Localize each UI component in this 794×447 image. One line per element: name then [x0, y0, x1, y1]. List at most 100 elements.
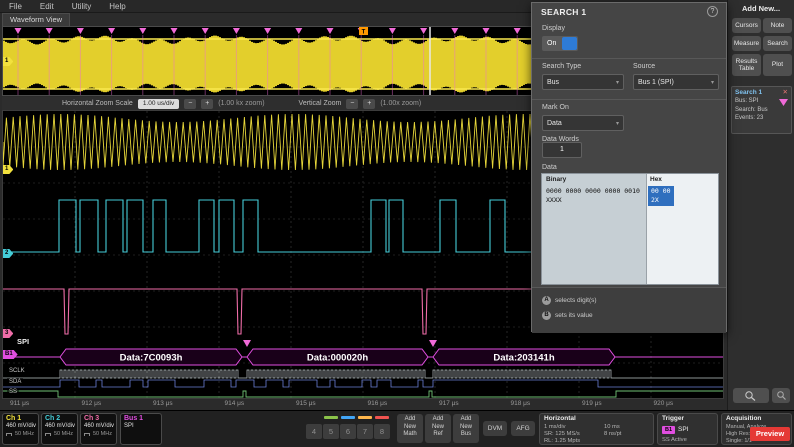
channel-4-button[interactable]: 4	[306, 424, 322, 439]
add-new-bus-button[interactable]: Add New Bus	[453, 414, 479, 443]
search1-detail: Search: Bus	[732, 106, 791, 115]
time-label: 914 μs	[225, 400, 245, 407]
mark-on-select[interactable]: Data ▾	[542, 115, 624, 131]
mark-on-label: Mark On	[542, 104, 569, 111]
display-toggle-state: On	[547, 36, 556, 51]
source-select[interactable]: Bus 1 (SPI) ▾	[633, 74, 719, 90]
v-zoom-increase-button[interactable]: +	[363, 99, 375, 109]
h-zoom-decrease-button[interactable]: −	[184, 99, 196, 109]
binary-header: Binary	[546, 176, 566, 183]
search-type-value: Bus	[547, 79, 559, 86]
add-note-button[interactable]: Note	[763, 18, 792, 33]
channel-name: Ch 3	[81, 414, 116, 422]
v-zoom-decrease-button[interactable]: −	[346, 99, 358, 109]
channel-bandwidth: 50 MHz	[93, 431, 112, 437]
source-value: Bus 1 (SPI)	[638, 79, 674, 86]
signal-label-sda: SDA	[7, 378, 23, 386]
data-pattern-panel[interactable]: Binary Hex 0000 0000 0000 0000 0010 XXXX…	[541, 173, 719, 285]
zoom-search-button[interactable]	[733, 388, 769, 403]
search-config-dialog: SEARCH 1 ? Display On Search Type Source…	[531, 2, 727, 332]
time-label: 918 μs	[511, 400, 531, 407]
trigger-title: Trigger	[662, 415, 684, 422]
right-panel: Add New... CursorsNoteMeasureSearchResul…	[727, 0, 794, 410]
source-label: Source	[633, 63, 655, 70]
menu-utility[interactable]: Utility	[63, 2, 101, 11]
hex-pattern-value[interactable]: 00 00 2X	[648, 186, 674, 206]
bus-decode-value: Data:203141h	[493, 353, 554, 364]
channel-badge-1[interactable]: Ch 1460 mV/div 50 MHz	[2, 413, 39, 445]
display-label: Display	[542, 25, 565, 32]
bus-decode-value: Data:000020h	[307, 353, 368, 364]
menu-file[interactable]: File	[0, 2, 31, 11]
hex-line-2: 2X	[651, 196, 671, 205]
add-measure-button[interactable]: Measure	[732, 36, 761, 51]
horizontal-title: Horizontal	[544, 415, 576, 422]
zoom-mode-button[interactable]	[772, 388, 790, 403]
trigger-type: SPI	[678, 426, 688, 433]
coupling-icon	[45, 433, 51, 436]
oscilloscope-screen: FileEditUtilityHelp Waveform View T 1 Ho…	[0, 0, 794, 447]
display-toggle[interactable]: On	[542, 36, 578, 51]
channel-badge-2[interactable]: Ch 2460 mV/div50 MHz	[41, 413, 78, 445]
coupling-icon	[84, 433, 90, 436]
afg-button[interactable]: AFG	[511, 421, 535, 436]
trigger-panel[interactable]: Trigger B1 SPI SS Active	[657, 413, 718, 445]
digital-channel-indicator	[375, 416, 389, 419]
channel-badge-3[interactable]: Ch 3460 mV/div50 MHz	[80, 413, 117, 445]
hex-header: Hex	[650, 176, 662, 183]
menu-help[interactable]: Help	[100, 2, 134, 11]
add-plot-button[interactable]: Plot	[763, 54, 792, 76]
knob-a-hint: selects digit(s)	[555, 297, 597, 304]
search1-card-title: Search 1	[735, 89, 762, 96]
h-zoom-scale-value[interactable]: 1.00 us/div	[138, 99, 179, 109]
data-words-input[interactable]: 1	[542, 142, 582, 158]
bus-decode-value: Data:7C0093h	[120, 353, 183, 364]
help-icon[interactable]: ?	[707, 6, 718, 17]
bus1-badge[interactable]: Bus 1SPI	[120, 413, 162, 445]
v-zoom-label: Vertical Zoom	[299, 100, 342, 107]
digital-channel-indicator	[324, 416, 338, 419]
horizontal-value: 1 ms/div	[544, 424, 566, 430]
channel-8-button[interactable]: 8	[374, 424, 390, 439]
acquisition-value: Single: 1/1	[726, 438, 752, 444]
search-type-select[interactable]: Bus ▾	[542, 74, 624, 90]
toggle-knob	[562, 37, 577, 50]
menu-edit[interactable]: Edit	[31, 2, 63, 11]
dialog-footer: A selects digit(s) B sets its value	[532, 287, 726, 333]
knob-b-badge: B	[542, 311, 551, 320]
time-label: 917 μs	[439, 400, 459, 407]
add-results-table-button[interactable]: Results Table	[732, 54, 761, 76]
dvm-button[interactable]: DVM	[483, 421, 507, 436]
h-zoom-increase-button[interactable]: +	[201, 99, 213, 109]
chevron-down-icon: ▾	[616, 79, 619, 86]
digital-channel-indicator	[358, 416, 372, 419]
channel-7-button[interactable]: 7	[357, 424, 373, 439]
time-label: 920 μs	[654, 400, 674, 407]
search1-result-card[interactable]: Search 1 ✕ Bus: SPISearch: BusEvents: 23	[731, 86, 792, 134]
divider	[532, 99, 726, 100]
data-label: Data	[542, 164, 557, 171]
h-zoom-scale-label: Horizontal Zoom Scale	[62, 100, 133, 107]
magnifier-icon	[744, 390, 758, 401]
horizontal-value: SR: 125 MS/s	[544, 431, 580, 437]
add-search-button[interactable]: Search	[763, 36, 792, 51]
channel-5-button[interactable]: 5	[323, 424, 339, 439]
add-new-math-button[interactable]: Add New Math	[397, 414, 423, 443]
binary-pattern-value[interactable]: 0000 0000 0000 0000 0010 XXXX	[546, 187, 644, 205]
channel-name: Ch 1	[3, 414, 38, 422]
channel-6-button[interactable]: 6	[340, 424, 356, 439]
close-icon[interactable]: ✕	[783, 88, 788, 96]
digital-channel-indicator	[341, 416, 355, 419]
channel-bandwidth: 50 MHz	[15, 431, 34, 437]
add-new-ref-button[interactable]: Add New Ref	[425, 414, 451, 443]
add-cursors-button[interactable]: Cursors	[732, 18, 761, 33]
tab-waveform-view[interactable]: Waveform View	[2, 13, 70, 26]
horizontal-panel[interactable]: Horizontal 1 ms/divSR: 125 MS/sRL: 1.25 …	[539, 413, 654, 445]
search1-detail: Events: 23	[732, 114, 791, 123]
time-label: 919 μs	[582, 400, 602, 407]
signal-label-sclk: SCLK	[7, 367, 27, 375]
channel-scale: 460 mV/div	[3, 422, 38, 429]
chevron-down-icon: ▾	[711, 79, 714, 86]
v-zoom-factor-label: (1.00x zoom)	[380, 100, 421, 107]
status-bar: Ch 1460 mV/div 50 MHz Ch 2460 mV/div50 MHz…	[0, 410, 794, 447]
